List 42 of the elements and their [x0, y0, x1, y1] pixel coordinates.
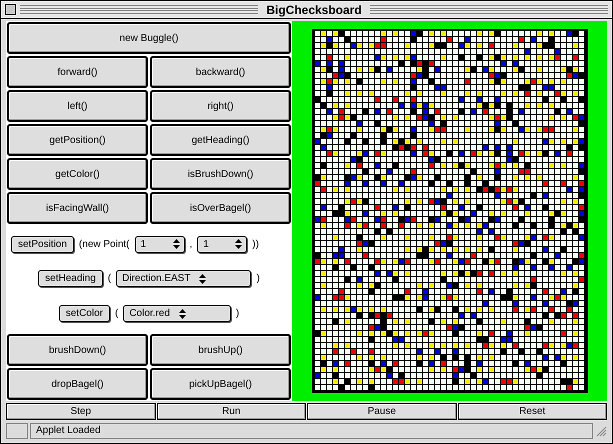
- status-segment: [6, 422, 28, 438]
- method-button[interactable]: brushUp(): [150, 334, 291, 366]
- method-button[interactable]: isBrushDown(): [150, 158, 291, 190]
- setter-button[interactable]: setColor: [58, 305, 110, 322]
- method-button[interactable]: isFacingWall(): [7, 192, 148, 224]
- resize-grip-icon[interactable]: [595, 424, 607, 436]
- control-button[interactable]: Pause: [307, 403, 456, 420]
- close-box-icon[interactable]: [5, 4, 16, 15]
- dropdown[interactable]: 1: [134, 236, 184, 253]
- control-button[interactable]: Run: [156, 403, 306, 420]
- method-button[interactable]: getHeading(): [150, 124, 291, 156]
- method-button[interactable]: getPosition(): [7, 124, 148, 156]
- method-button[interactable]: left(): [7, 90, 148, 122]
- window-title: BigChecksboard: [265, 4, 363, 16]
- method-button[interactable]: new Buggle(): [7, 22, 291, 54]
- control-button[interactable]: Step: [6, 403, 156, 420]
- method-button[interactable]: backward(): [150, 56, 291, 88]
- status-bar: Applet Loaded: [30, 422, 593, 438]
- dropdown[interactable]: Color.red: [123, 305, 231, 322]
- stepper-arrows-icon: [178, 308, 186, 319]
- method-button[interactable]: getColor(): [7, 158, 148, 190]
- method-button[interactable]: brushDown(): [7, 334, 148, 366]
- control-button[interactable]: Reset: [458, 403, 607, 420]
- stepper-arrows-icon: [172, 239, 180, 250]
- method-button[interactable]: forward(): [7, 56, 148, 88]
- method-button[interactable]: right(): [150, 90, 291, 122]
- code-text: ): [236, 307, 240, 322]
- stepper-arrows-icon: [235, 239, 242, 250]
- dropdown[interactable]: 1: [197, 236, 248, 253]
- code-text: ,: [190, 238, 192, 252]
- setter-button[interactable]: setHeading: [38, 270, 103, 288]
- code-text: (: [114, 307, 118, 322]
- code-text: ): [256, 272, 260, 286]
- method-button[interactable]: dropBagel(): [7, 368, 148, 400]
- method-button[interactable]: isOverBagel(): [150, 192, 291, 224]
- setter-button[interactable]: setPosition: [11, 236, 74, 253]
- code-text: )): [252, 238, 259, 252]
- method-button[interactable]: pickUpBagel(): [150, 368, 291, 400]
- stepper-arrows-icon: [199, 274, 206, 284]
- code-text: (new Point(: [78, 238, 130, 252]
- dropdown[interactable]: Direction.EAST: [116, 270, 252, 288]
- code-text: (: [108, 272, 112, 286]
